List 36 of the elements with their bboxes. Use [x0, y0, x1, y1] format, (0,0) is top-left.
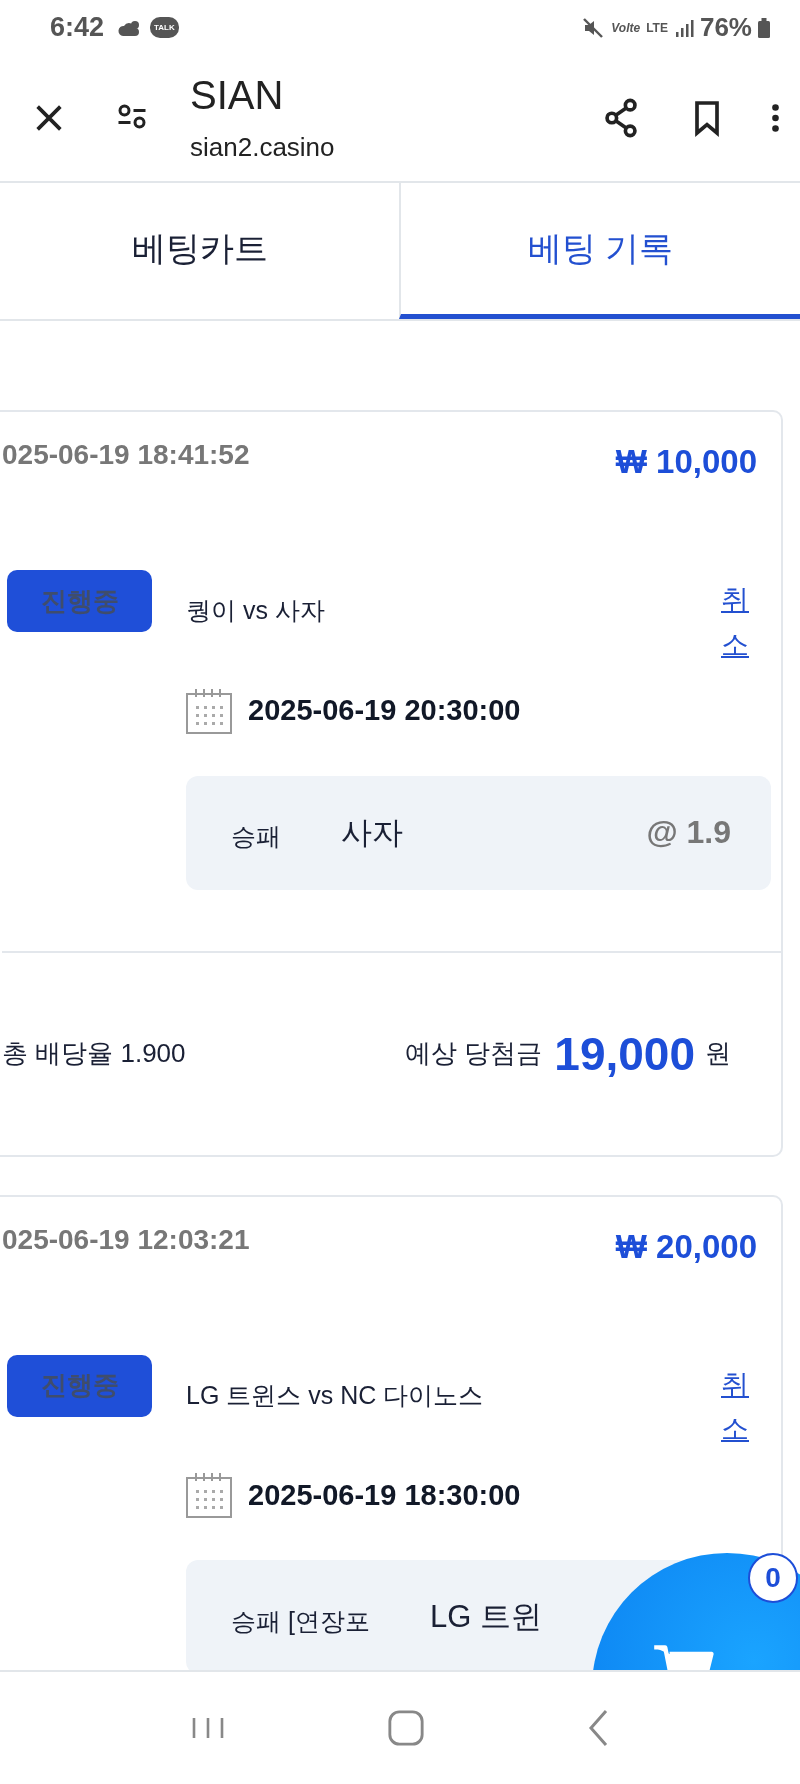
status-badge: 진행중: [7, 570, 152, 632]
signal-icon: [673, 17, 694, 38]
bet-time: 025-06-19 18:41:52: [2, 439, 250, 471]
cancel-link[interactable]: 취소: [721, 1362, 749, 1453]
payout-label: 예상 당첨금: [405, 1037, 543, 1071]
cancel-link[interactable]: 취소: [721, 578, 749, 668]
page-url: sian2.casino: [190, 132, 336, 163]
match-start-time: 2025-06-19 18:30:00: [248, 1478, 521, 1512]
more-icon: [771, 103, 780, 133]
pick-selection: 사자: [341, 813, 404, 852]
match-name: LG 트윈스 vs NC 다이노스: [186, 1379, 485, 1411]
more-menu-button[interactable]: [771, 103, 780, 133]
volte-label: Volte: [611, 20, 641, 35]
payout-unit: 원: [705, 1037, 731, 1071]
status-badge: 진행중: [7, 1354, 152, 1417]
home-icon[interactable]: [387, 1709, 425, 1747]
payout-amount: 19,000: [554, 1026, 695, 1081]
calendar-icon: [186, 1472, 232, 1519]
battery-icon: [758, 17, 770, 38]
page-title: SIAN: [190, 73, 285, 118]
match-start-time: 2025-06-19 20:30:00: [248, 694, 521, 728]
battery-level: 76%: [699, 12, 752, 43]
pick-odds: @ 1.9: [646, 814, 731, 852]
bet-amount: ₩ 20,000: [615, 1227, 757, 1266]
bet-amount: ₩ 10,000: [615, 443, 757, 481]
bet-time: 025-06-19 12:03:21: [2, 1223, 250, 1256]
match-name: 퀑이 vs 사자: [186, 595, 326, 626]
market-label: 승패: [231, 821, 281, 853]
calendar-icon: [186, 687, 232, 734]
tab[interactable]: 베팅 기록: [399, 183, 800, 319]
total-odds: 총 배당율 1.900: [2, 1037, 187, 1071]
chat-badge: TALK: [150, 17, 179, 38]
network-label: LTE: [646, 20, 668, 35]
pick-selection: LG 트윈: [429, 1598, 543, 1637]
status-time: 6:42: [50, 12, 105, 43]
market-label: 승패 [연장포: [231, 1605, 370, 1637]
